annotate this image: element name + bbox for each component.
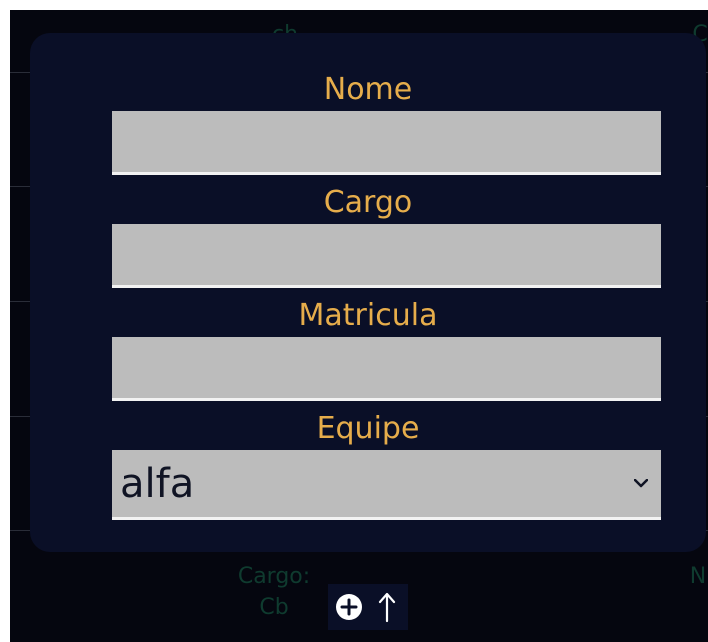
background-cargo-label: Cargo:	[237, 564, 311, 589]
background-cargo-value: Cb	[259, 595, 289, 620]
equipe-select[interactable]: alfa	[112, 450, 661, 520]
bottom-controls	[328, 584, 408, 630]
cargo-label: Cargo	[323, 185, 413, 220]
employee-form-modal: Nome Cargo Matricula Equipe alfa	[30, 33, 706, 552]
nome-label: Nome	[323, 72, 413, 107]
chevron-down-icon	[629, 472, 653, 496]
matricula-input[interactable]	[112, 337, 661, 401]
nome-input[interactable]	[112, 111, 661, 175]
app-viewport: ch C Cargo: Cb N Nome Cargo Matricula Eq…	[10, 10, 708, 642]
arrow-up-icon[interactable]	[372, 592, 402, 623]
matricula-label: Matricula	[298, 298, 438, 333]
background-right-text: N	[689, 564, 707, 589]
cargo-input[interactable]	[112, 224, 661, 288]
plus-circle-icon[interactable]	[334, 592, 364, 622]
equipe-selected-value: alfa	[120, 460, 195, 507]
equipe-label: Equipe	[316, 411, 420, 446]
